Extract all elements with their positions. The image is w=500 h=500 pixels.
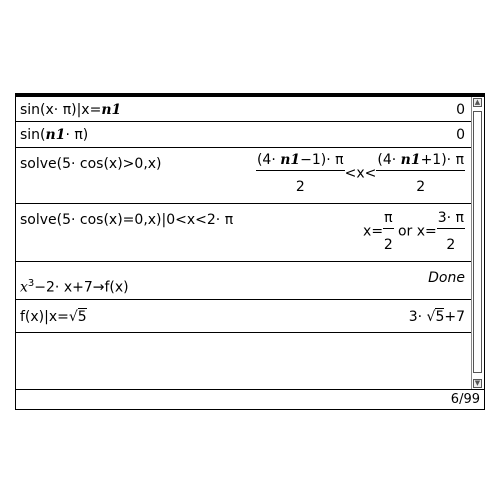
row-5-var: x <box>20 279 28 296</box>
row-4-fraction-1: π 2 <box>383 210 394 253</box>
calculator-screen: sin(x· π)|x=n1 0 sin(n1· π) 0 solve(5· c… <box>15 93 485 410</box>
row-3-left-fraction: (4· n1−1)· π 2 <box>255 152 345 195</box>
row-3-left-num-post: −1)· π <box>300 152 344 168</box>
row-6-input-pre: f(x)|x= <box>20 309 69 325</box>
history-row-3[interactable]: solve(5· cos(x)>0,x) (4· n1−1)· π 2 <x< … <box>16 148 471 204</box>
scrollbar-thumb[interactable] <box>473 111 482 373</box>
history-list: sin(x· π)|x=n1 0 sin(n1· π) 0 solve(5· c… <box>16 97 471 333</box>
row-3-input[interactable]: solve(5· cos(x)>0,x) <box>20 156 162 172</box>
row-6-output-post: +7 <box>444 309 465 325</box>
scroll-down-icon[interactable]: ▼ <box>473 379 482 388</box>
sqrt-symbol: √ <box>68 309 78 325</box>
row-4-or: or <box>397 223 413 240</box>
row-3-right-num-var: n1 <box>400 152 421 168</box>
vertical-scrollbar[interactable]: ▲ ▼ <box>471 97 483 389</box>
row-6-input-radicand: 5 <box>77 308 87 325</box>
row-6-output-pre: 3· <box>408 309 427 325</box>
row-2-input-suffix: · π) <box>65 127 89 143</box>
row-4-output[interactable]: x= π 2 or x= 3· π 2 <box>363 210 465 253</box>
row-4-fraction-2: 3· π 2 <box>436 210 465 253</box>
row-3-left-num-pre: (4· <box>256 152 281 168</box>
row-3-left-den: 2 <box>295 179 305 195</box>
row-4-frac2-num: 3· π <box>436 210 465 229</box>
row-2-input-prefix: sin( <box>20 127 46 143</box>
page-counter: 6/99 <box>450 392 480 407</box>
history-row-2[interactable]: sin(n1· π) 0 <box>16 122 471 148</box>
history-row-5[interactable]: x3−2· x+7→f(x) Done <box>16 262 471 300</box>
row-5-input[interactable]: x3−2· x+7→f(x) <box>20 276 129 296</box>
row-1-output[interactable]: 0 <box>456 102 465 118</box>
row-1-input-prefix: sin(x· π)|x= <box>20 102 102 118</box>
status-bar: 6/99 <box>16 389 484 409</box>
row-3-inequality: <x< <box>344 165 377 182</box>
history-row-6[interactable]: f(x)|x=√5 3· √5+7 <box>16 300 471 333</box>
row-3-output[interactable]: (4· n1−1)· π 2 <x< (4· n1+1)· π 2 <box>255 152 465 195</box>
row-4-frac2-den: 2 <box>446 237 456 253</box>
row-4-frac1-num: π <box>383 210 394 229</box>
row-3-right-num-post: +1)· π <box>420 152 464 168</box>
history-row-1[interactable]: sin(x· π)|x=n1 0 <box>16 97 471 122</box>
row-5-output[interactable]: Done <box>428 270 465 286</box>
row-3-right-num-pre: (4· <box>377 152 401 168</box>
history-row-4[interactable]: solve(5· cos(x)=0,x)|0<x<2· π x= π 2 or … <box>16 204 471 262</box>
row-4-lhs-2: x= <box>416 223 437 240</box>
row-5-input-rest: −2· x+7→f(x) <box>34 279 129 296</box>
row-4-frac1-den: 2 <box>383 237 393 253</box>
row-6-output[interactable]: 3· √5+7 <box>408 308 465 325</box>
row-6-input[interactable]: f(x)|x=√5 <box>20 308 87 325</box>
row-4-input[interactable]: solve(5· cos(x)=0,x)|0<x<2· π <box>20 212 233 228</box>
row-4-lhs-1: x= <box>363 223 384 240</box>
row-2-input[interactable]: sin(n1· π) <box>20 127 88 143</box>
row-3-left-num-var: n1 <box>280 152 301 168</box>
row-1-input-var: n1 <box>101 102 122 118</box>
row-3-right-fraction: (4· n1+1)· π 2 <box>376 152 465 195</box>
scroll-up-icon[interactable]: ▲ <box>473 98 482 107</box>
row-3-right-den: 2 <box>416 179 426 195</box>
row-2-input-var: n1 <box>45 127 66 143</box>
row-2-output[interactable]: 0 <box>456 127 465 143</box>
row-1-input[interactable]: sin(x· π)|x=n1 <box>20 102 121 118</box>
